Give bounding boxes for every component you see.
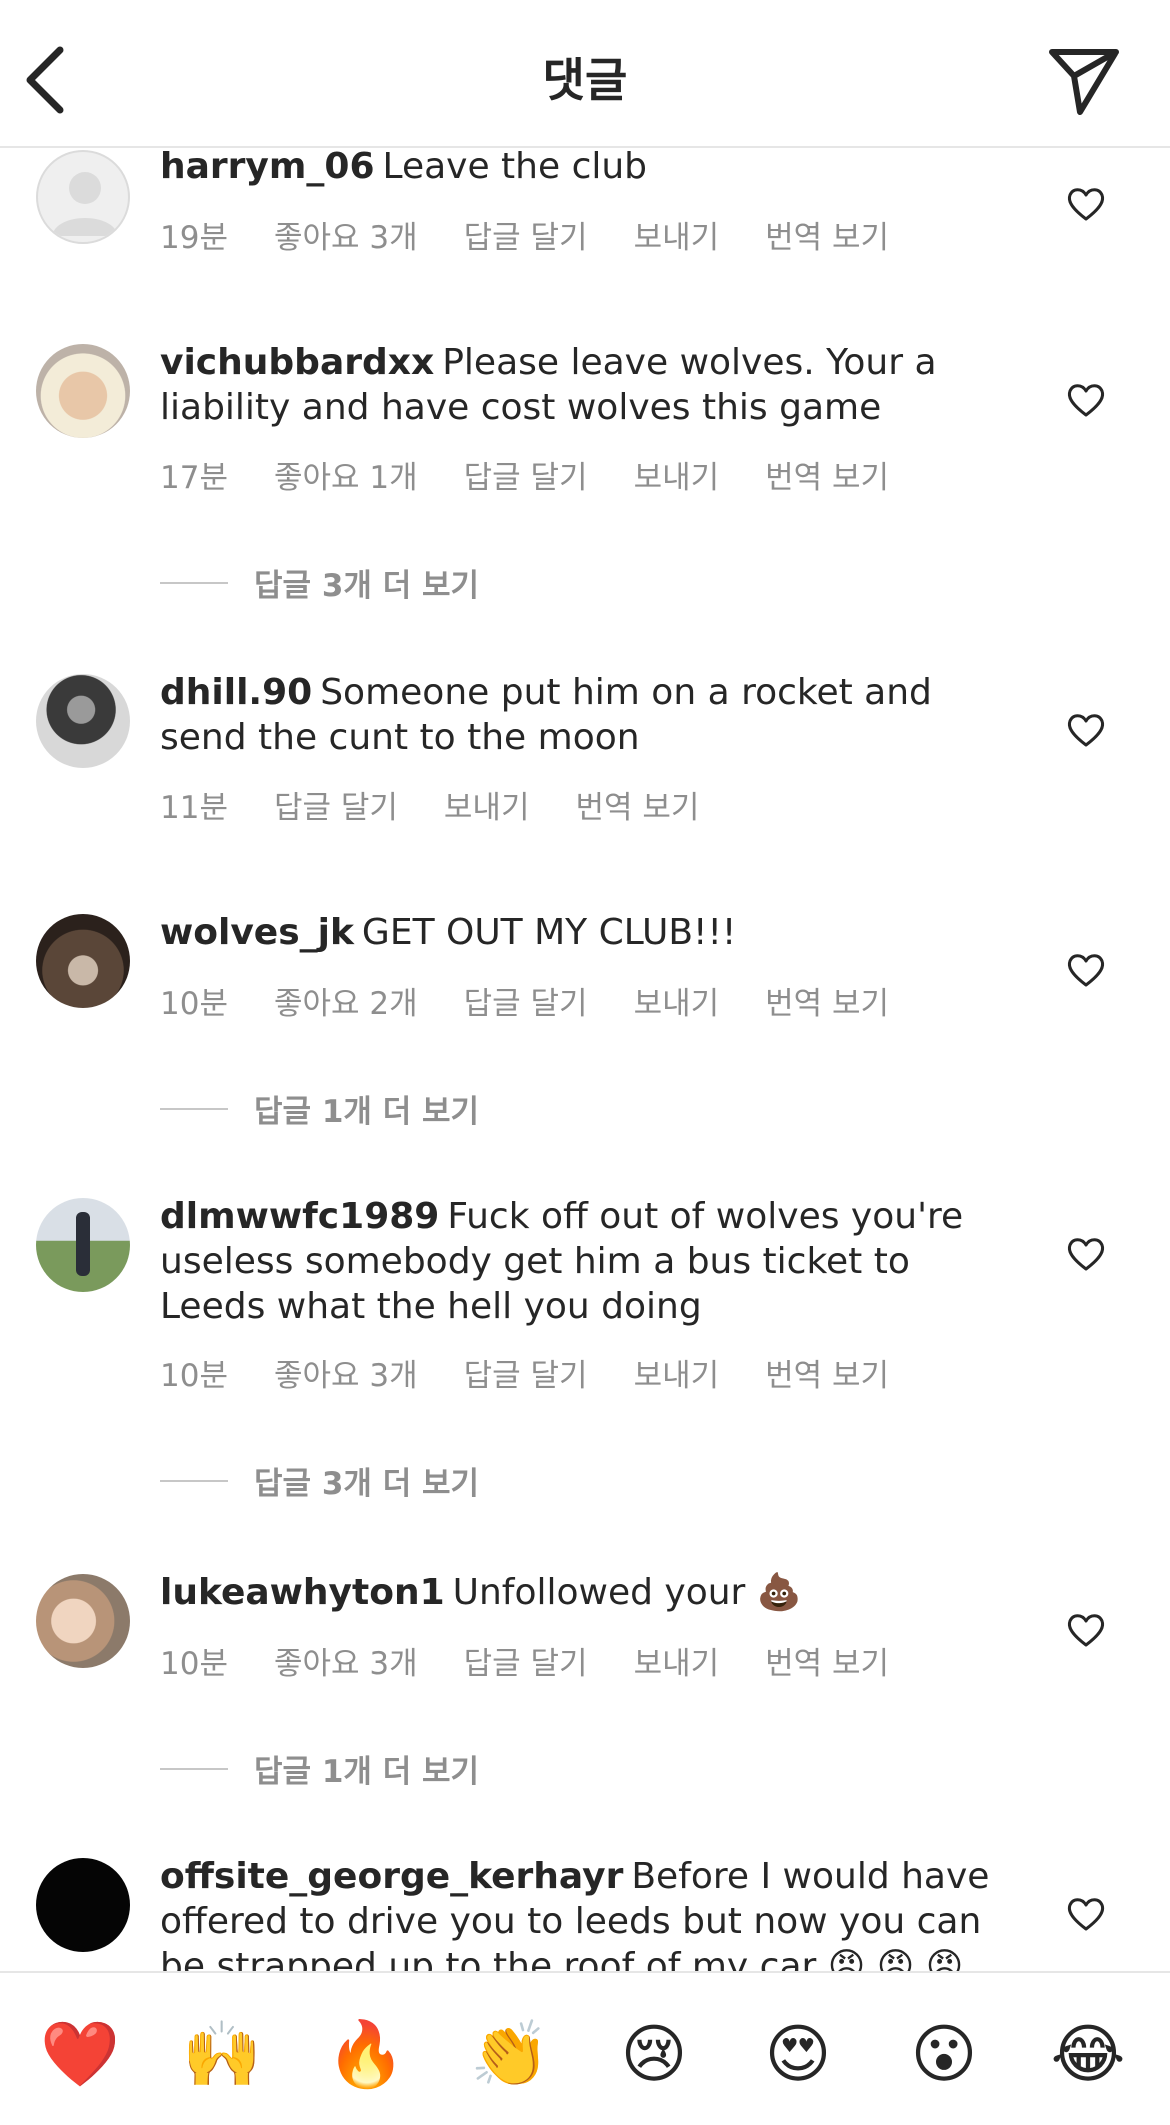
view-more-replies[interactable]: 답글 1개 더 보기 [160,1746,479,1791]
crying-face-emoji-icon[interactable]: 😢 [614,2015,694,2095]
comment-meta: 10분 좋아요 3개 답글 달기 보내기 번역 보기 [160,1638,935,1683]
comment-time: 17분 [160,460,228,496]
translate-button[interactable]: 번역 보기 [765,452,889,497]
send-icon[interactable] [1046,42,1122,118]
reply-button[interactable]: 답글 달기 [464,978,588,1023]
reply-button[interactable]: 답글 달기 [464,452,588,497]
reply-button[interactable]: 답글 달기 [464,212,588,257]
translate-button[interactable]: 번역 보기 [765,978,889,1023]
comment-username[interactable]: wolves_jk [160,912,354,953]
comment-text: Unfollowed your 💩 [452,1572,802,1613]
avatar[interactable] [36,1574,130,1668]
comment-meta: 10분 좋아요 2개 답글 달기 보내기 번역 보기 [160,978,935,1023]
view-more-replies[interactable]: 답글 3개 더 보기 [160,1458,479,1503]
comment-time: 10분 [160,1358,228,1394]
comment-time: 11분 [160,790,228,826]
reply-button[interactable]: 답글 달기 [464,1638,588,1683]
send-button[interactable]: 보내기 [634,978,720,1023]
comment-body: wolves_jk GET OUT MY CLUB!!! [160,910,1000,955]
send-button[interactable]: 보내기 [634,1638,720,1683]
fire-emoji-icon[interactable]: 🔥 [326,2015,406,2095]
likes-count[interactable]: 좋아요 1개 [274,452,418,497]
comment-time: 10분 [160,1646,228,1682]
replies-divider [160,581,228,584]
comment-body: harrym_06 Leave the club [160,148,1000,189]
comment-body: dhill.90 Someone put him on a rocket and … [160,670,1000,760]
comment-username[interactable]: dhill.90 [160,672,312,713]
replies-divider [160,1107,228,1110]
view-more-replies-label: 답글 3개 더 보기 [254,568,480,604]
comment-meta: 19분 좋아요 3개 답글 달기 보내기 번역 보기 [160,212,935,257]
comment-username[interactable]: harrym_06 [160,148,375,187]
send-button[interactable]: 보내기 [634,452,720,497]
astonished-face-emoji-icon[interactable]: 😮 [904,2015,984,2095]
clapping-hands-emoji-icon[interactable]: 👏 [470,2015,550,2095]
view-more-replies[interactable]: 답글 1개 더 보기 [160,1086,479,1131]
comment-list[interactable]: harrym_06 Leave the club 19분 좋아요 3개 답글 달기 보내… [0,148,1170,1971]
default-avatar-icon [52,172,118,236]
tears-of-joy-emoji-icon[interactable]: 😂 [1048,2015,1128,2095]
comment-meta: 17분 좋아요 1개 답글 달기 보내기 번역 보기 [160,452,935,497]
emoji-reaction-bar: ❤️ 🙌 🔥 👏 😢 😍 😮 😂 [0,1971,1170,2125]
view-more-replies-label: 답글 1개 더 보기 [254,1754,480,1790]
view-more-replies-label: 답글 1개 더 보기 [254,1094,480,1130]
likes-count[interactable]: 좋아요 3개 [274,212,418,257]
comment-username[interactable]: dlmwwfc1989 [160,1196,439,1237]
raising-hands-emoji-icon[interactable]: 🙌 [182,2015,262,2095]
avatar[interactable] [36,344,130,438]
comment-text: Leave the club [382,148,648,187]
reply-button[interactable]: 답글 달기 [464,1350,588,1395]
comment-meta: 10분 좋아요 3개 답글 달기 보내기 번역 보기 [160,1350,935,1395]
send-button[interactable]: 보내기 [634,1350,720,1395]
avatar[interactable] [36,674,130,768]
avatar[interactable] [36,1198,130,1292]
reply-button[interactable]: 답글 달기 [274,782,398,827]
replies-divider [160,1767,228,1770]
red-heart-emoji-icon[interactable]: ❤️ [40,2015,120,2095]
comment-time: 10분 [160,986,228,1022]
translate-button[interactable]: 번역 보기 [765,1638,889,1683]
like-heart-icon[interactable] [1066,382,1106,418]
replies-divider [160,1479,228,1482]
translate-button[interactable]: 번역 보기 [575,782,699,827]
like-heart-icon[interactable] [1066,712,1106,748]
translate-button[interactable]: 번역 보기 [765,212,889,257]
comment-username[interactable]: vichubbardxx [160,342,434,383]
likes-count[interactable]: 좋아요 3개 [274,1350,418,1395]
comment-text: GET OUT MY CLUB!!! [361,912,737,953]
view-more-replies[interactable]: 답글 3개 더 보기 [160,560,479,605]
page-title: 댓글 [542,53,628,107]
comment-body: offsite_george_kerhayr Before I would hav… [160,1854,1000,1971]
comment-body: dlmwwfc1989 Fuck off out of wolves you're… [160,1194,1000,1329]
avatar[interactable] [36,150,130,244]
comment-time: 19분 [160,220,228,256]
likes-count[interactable]: 좋아요 3개 [274,1638,418,1683]
heart-eyes-emoji-icon[interactable]: 😍 [758,2015,838,2095]
comment-body: vichubbardxx Please leave wolves. Your a … [160,340,1000,430]
comment-body: lukeawhyton1 Unfollowed your 💩 [160,1570,1000,1615]
like-heart-icon[interactable] [1066,1612,1106,1648]
avatar[interactable] [36,914,130,1008]
comment-username[interactable]: offsite_george_kerhayr [160,1856,623,1897]
translate-button[interactable]: 번역 보기 [765,1350,889,1395]
header: 댓글 [0,0,1170,148]
avatar[interactable] [36,1858,130,1952]
like-heart-icon[interactable] [1066,1896,1106,1932]
comment-meta: 11분 답글 달기 보내기 번역 보기 [160,782,745,827]
likes-count[interactable]: 좋아요 2개 [274,978,418,1023]
send-button[interactable]: 보내기 [634,212,720,257]
comment-username[interactable]: lukeawhyton1 [160,1572,445,1613]
like-heart-icon[interactable] [1066,1236,1106,1272]
avatar-figure [76,1212,90,1276]
view-more-replies-label: 답글 3개 더 보기 [254,1466,480,1502]
like-heart-icon[interactable] [1066,952,1106,988]
send-button[interactable]: 보내기 [444,782,530,827]
like-heart-icon[interactable] [1066,186,1106,222]
